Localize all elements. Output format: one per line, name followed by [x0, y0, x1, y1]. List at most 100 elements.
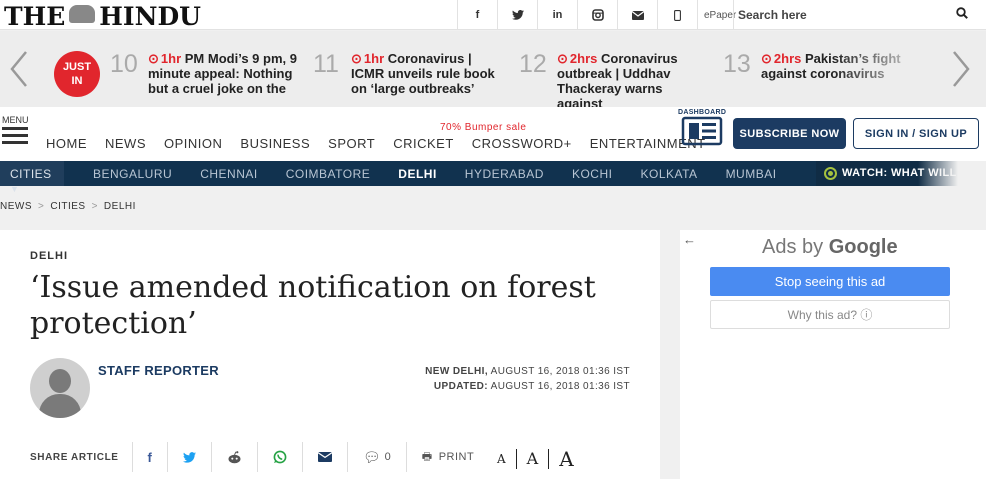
nav-news[interactable]: NEWS: [105, 136, 146, 151]
mobile-icon[interactable]: [657, 0, 697, 30]
city-coimbatore[interactable]: COIMBATORE: [286, 167, 371, 181]
print-button[interactable]: 🖶︎ PRINT: [405, 442, 489, 472]
subscribe-button[interactable]: SUBSCRIBE NOW: [733, 118, 846, 149]
author-name[interactable]: STAFF REPORTER: [98, 363, 219, 378]
share-twitter-icon[interactable]: [166, 442, 211, 472]
ticker-prev-button[interactable]: [0, 31, 38, 107]
breadcrumb-delhi[interactable]: DELHI: [104, 201, 136, 212]
just-in-ticker: JUST IN 10 1hr PM Modi’s 9 pm, 9 minute …: [0, 31, 986, 111]
printer-icon: 🖶︎: [421, 450, 433, 463]
ticker-item[interactable]: 12 2hrs Coronavirus outbreak | Uddhav Th…: [519, 50, 719, 111]
bumper-sale-label[interactable]: 70% Bumper sale: [440, 122, 526, 133]
city-bengaluru[interactable]: BENGALURU: [93, 167, 172, 181]
dateline-location: NEW DELHI,: [425, 366, 489, 377]
google-ad-panel: ← Ads by Google Stop seeing this ad Why …: [680, 230, 986, 479]
ticker-item-time: 1hr: [148, 51, 181, 66]
breadcrumb-news[interactable]: NEWS: [0, 201, 32, 212]
share-whatsapp-icon[interactable]: [256, 442, 302, 472]
ticker-item[interactable]: 10 1hr PM Modi’s 9 pm, 9 minute appeal: …: [110, 50, 310, 100]
instagram-icon[interactable]: [577, 0, 617, 30]
ticker-item-text: 1hr Coronavirus | ICMR unveils rule book…: [351, 51, 501, 96]
search-box: [733, 0, 986, 30]
main-nav: MENU HOME NEWS OPINION BUSINESS SPORT CR…: [0, 107, 986, 161]
article-card: DELHI ‘Issue amended notification on for…: [0, 230, 660, 479]
ticker-item[interactable]: 11 1hr Coronavirus | ICMR unveils rule b…: [313, 50, 513, 100]
search-icon[interactable]: [956, 7, 968, 19]
share-reddit-icon[interactable]: [210, 442, 257, 472]
emblem-icon: [69, 5, 96, 23]
share-facebook-icon[interactable]: f: [131, 442, 167, 472]
ticker-item-text: 2hrs Coronavirus outbreak | Uddhav Thack…: [557, 51, 707, 111]
ticker-item-time: 1hr: [351, 51, 384, 66]
cities-bar: CITIES ▼ BENGALURU CHENNAI COIMBATORE DE…: [0, 161, 958, 194]
why-this-ad-button[interactable]: Why this ad? ⓘ: [710, 300, 950, 329]
play-icon: [824, 167, 837, 180]
city-kochi[interactable]: KOCHI: [572, 167, 613, 181]
menu-label: MENU: [2, 115, 29, 125]
font-small-button[interactable]: A: [487, 449, 517, 469]
article-headline: ‘Issue amended notification on forest pr…: [30, 270, 596, 341]
hamburger-icon: [2, 127, 28, 144]
nav-cricket[interactable]: CRICKET: [393, 136, 454, 151]
sign-in-button[interactable]: SIGN IN / SIGN UP: [853, 118, 979, 149]
font-size-controls: A A A: [487, 449, 584, 469]
just-in-badge: JUST IN: [54, 51, 100, 97]
city-hyderabad[interactable]: HYDERABAD: [465, 167, 544, 181]
city-kolkata[interactable]: KOLKATA: [640, 167, 697, 181]
comments-button[interactable]: 💬︎ 0: [346, 442, 406, 472]
dashboard-icon: [681, 116, 723, 146]
city-mumbai[interactable]: MUMBAI: [726, 167, 777, 181]
site-logo[interactable]: THE HINDU: [4, 2, 201, 31]
social-links: f in: [457, 0, 697, 30]
ticker-next-button[interactable]: [942, 31, 980, 107]
breadcrumb-separator: >: [38, 201, 45, 212]
nav-links: HOME NEWS OPINION BUSINESS SPORT CRICKET…: [46, 136, 724, 151]
logo-text-left: THE: [4, 2, 66, 31]
facebook-icon[interactable]: f: [457, 0, 497, 30]
epaper-link[interactable]: ePaper: [697, 0, 736, 30]
nav-sport[interactable]: SPORT: [328, 136, 375, 151]
cities-dropdown[interactable]: CITIES ▼: [0, 161, 64, 194]
twitter-icon[interactable]: [497, 0, 537, 30]
ticker-item-text: 1hr PM Modi’s 9 pm, 9 minute appeal: Not…: [148, 51, 308, 96]
mail-icon[interactable]: [617, 0, 657, 30]
section-label[interactable]: DELHI: [30, 250, 68, 262]
city-delhi[interactable]: DELHI: [398, 167, 437, 181]
nav-opinion[interactable]: OPINION: [164, 136, 222, 151]
ticker-item[interactable]: 13 2hrs Pakistan’s fight against coronav…: [723, 50, 933, 100]
dashboard-button[interactable]: DASHBOARD: [678, 109, 726, 151]
font-medium-button[interactable]: A: [517, 449, 550, 469]
just-in-label: JUST: [62, 61, 92, 73]
nav-business[interactable]: BUSINESS: [240, 136, 310, 151]
search-input[interactable]: [738, 6, 938, 24]
comment-count: 0: [384, 451, 391, 463]
share-email-icon[interactable]: [301, 442, 347, 472]
dateline: NEW DELHI, AUGUST 16, 2018 01:36 IST UPD…: [425, 364, 630, 394]
city-links: BENGALURU CHENNAI COIMBATORE DELHI HYDER…: [93, 167, 805, 181]
caret-down-icon: ▼: [10, 184, 20, 194]
watch-video-link[interactable]: WATCH: WHAT WILL: [816, 161, 958, 186]
city-chennai[interactable]: CHENNAI: [200, 167, 258, 181]
published-date: AUGUST 16, 2018 01:36 IST: [490, 366, 630, 377]
ticker-item-number: 13: [723, 50, 751, 78]
print-label: PRINT: [438, 451, 475, 463]
dashboard-label: DASHBOARD: [678, 109, 727, 116]
font-large-button[interactable]: A: [549, 449, 583, 469]
menu-button[interactable]: MENU: [2, 115, 29, 148]
watch-fade: [918, 161, 958, 186]
breadcrumb-separator: >: [91, 201, 98, 212]
nav-crossword[interactable]: CROSSWORD+: [472, 136, 572, 151]
breadcrumb-cities[interactable]: CITIES: [50, 201, 85, 212]
back-arrow-icon[interactable]: ←: [683, 232, 696, 247]
comment-icon: 💬︎: [362, 448, 381, 465]
share-bar: SHARE ARTICLE f 💬︎ 0 🖶︎ PRINT: [30, 442, 489, 472]
nav-home[interactable]: HOME: [46, 136, 87, 151]
logo-text-right: HINDU: [99, 2, 201, 31]
ticker-item-number: 12: [519, 50, 547, 78]
just-in-label-2: IN: [71, 75, 83, 87]
author-avatar: [30, 358, 90, 418]
linkedin-icon[interactable]: in: [537, 0, 577, 30]
stop-seeing-ad-button[interactable]: Stop seeing this ad: [710, 267, 950, 296]
chevron-right-icon: [953, 51, 970, 87]
ticker-fade: [833, 50, 933, 100]
